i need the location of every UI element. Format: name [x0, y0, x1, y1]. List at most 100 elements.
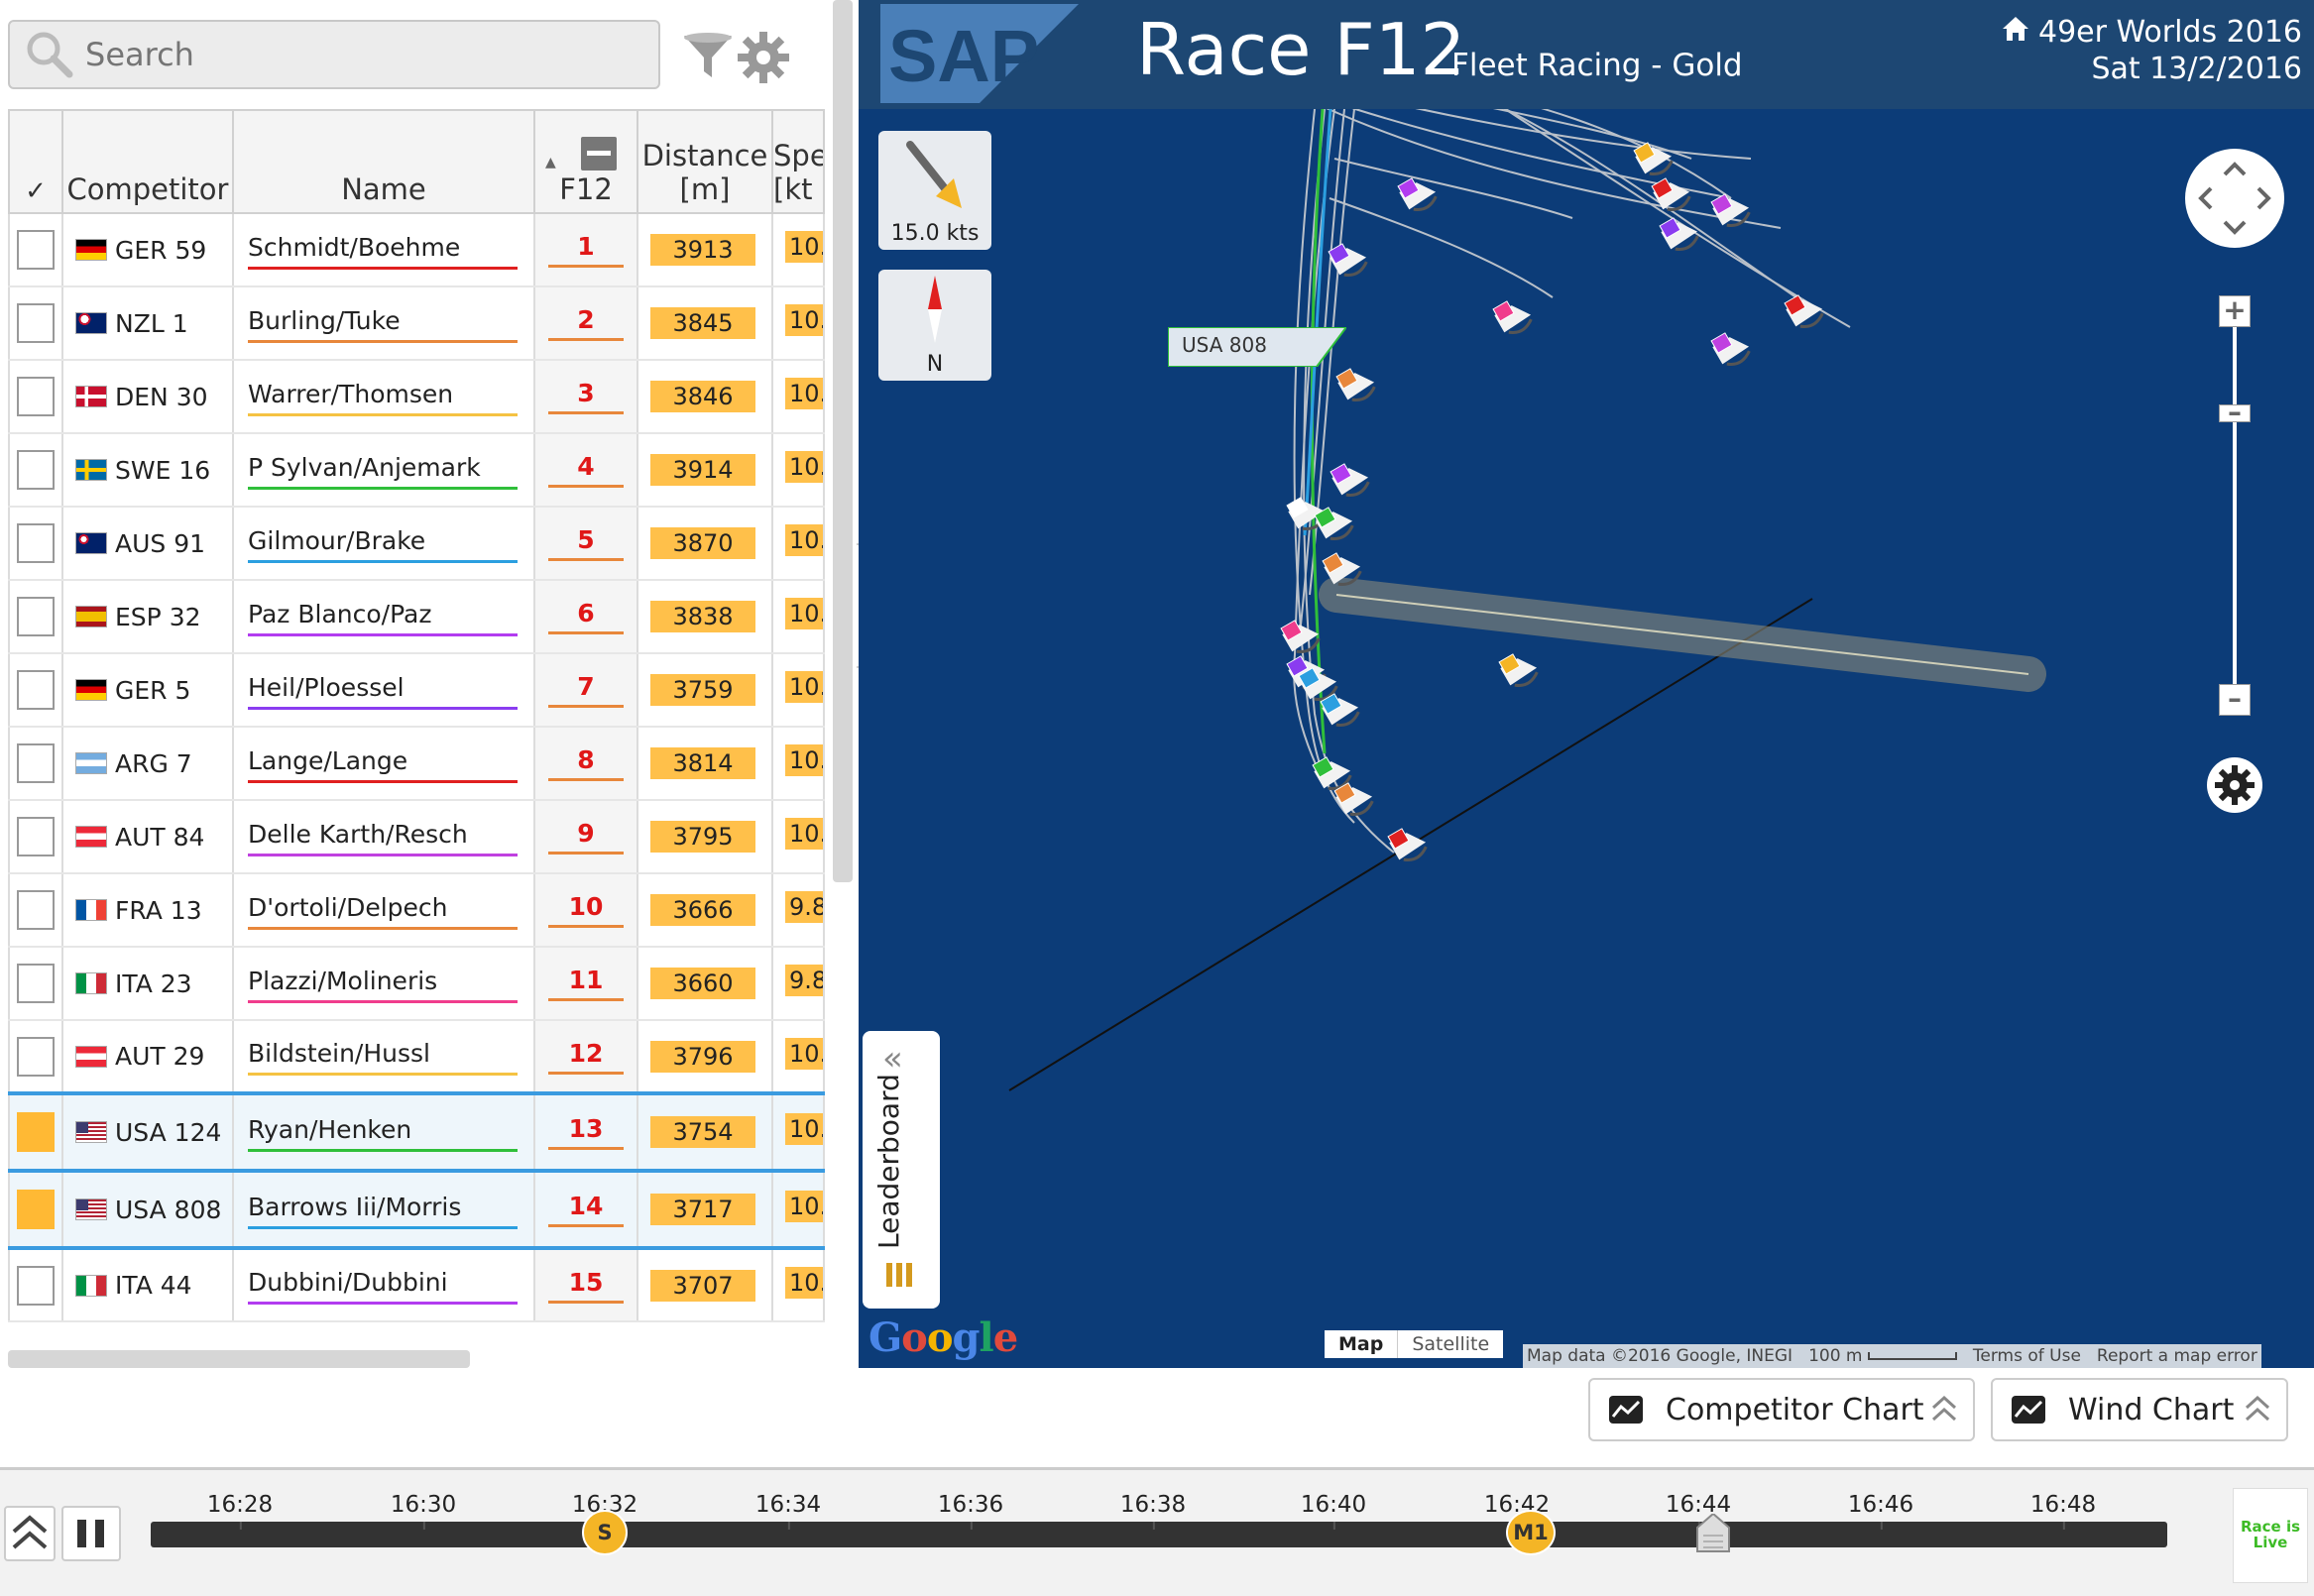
- row-checkbox[interactable]: [17, 890, 55, 930]
- header-check[interactable]: ✓: [8, 109, 63, 214]
- table-row[interactable]: ITA 23 Plazzi/Molineris 11 3660 9.8: [8, 947, 825, 1021]
- boat-marker[interactable]: [1319, 687, 1362, 732]
- row-checkbox[interactable]: [17, 817, 55, 856]
- table-row[interactable]: USA 124 Ryan/Henken 13 3754 10.: [8, 1091, 825, 1173]
- table-row[interactable]: GER 59 Schmidt/Boehme 1 3913 10.: [8, 213, 825, 287]
- home-icon[interactable]: [2001, 14, 2030, 44]
- table-row[interactable]: GER 5 Heil/Ploessel 7 3759 10.: [8, 653, 825, 728]
- timeline-expand-button[interactable]: [4, 1506, 56, 1561]
- row-checkbox-cell[interactable]: [8, 947, 63, 1021]
- row-checkbox-cell[interactable]: [8, 653, 63, 728]
- row-checkbox[interactable]: [17, 1036, 55, 1077]
- boat-marker[interactable]: [1491, 294, 1535, 339]
- competitor-color-line: [248, 1148, 518, 1152]
- event-date: Sat 13/2/2016: [2091, 52, 2302, 86]
- zoom-in-button[interactable]: +: [2219, 295, 2251, 327]
- timeline-handle[interactable]: [1695, 1512, 1731, 1553]
- wind-indicator[interactable]: 15.0 kts: [878, 131, 991, 250]
- table-row[interactable]: AUT 84 Delle Karth/Resch 9 3795 10.: [8, 800, 825, 874]
- row-checkbox-cell[interactable]: [8, 213, 63, 287]
- table-row[interactable]: ITA 44 Dubbini/Dubbini 15 3707 10.: [8, 1248, 825, 1322]
- zoom-slider-handle[interactable]: –: [2219, 399, 2251, 426]
- boat-marker[interactable]: [1386, 822, 1430, 866]
- gear-icon[interactable]: [734, 28, 793, 87]
- table-row[interactable]: ARG 7 Lange/Lange 8 3814 10.: [8, 727, 825, 801]
- map-settings-button[interactable]: [2207, 757, 2262, 813]
- row-checkbox[interactable]: [17, 230, 55, 270]
- table-row[interactable]: SWE 16 P Sylvan/Anjemark 4 3914 10.: [8, 433, 825, 508]
- name-cell: Heil/Ploessel: [232, 653, 535, 728]
- row-checkbox[interactable]: [17, 1190, 55, 1229]
- search-box[interactable]: [8, 20, 660, 89]
- table-row[interactable]: AUT 29 Bildstein/Hussl 12 3796 10.: [8, 1020, 825, 1094]
- boat-label-usa808[interactable]: USA 808: [1167, 326, 1348, 368]
- boat-marker[interactable]: [1497, 647, 1541, 692]
- boat-marker[interactable]: [1329, 457, 1372, 502]
- distance-cell: 3666: [636, 873, 773, 948]
- row-checkbox-cell[interactable]: [8, 1169, 63, 1250]
- map-type-satellite[interactable]: Satellite: [1398, 1330, 1503, 1358]
- row-checkbox-cell[interactable]: [8, 1020, 63, 1094]
- row-checkbox-cell[interactable]: [8, 433, 63, 508]
- boat-marker[interactable]: [1709, 187, 1753, 232]
- row-checkbox[interactable]: [17, 450, 55, 490]
- row-checkbox[interactable]: [17, 377, 55, 416]
- map-type-map[interactable]: Map: [1325, 1330, 1399, 1358]
- table-row[interactable]: USA 808 Barrows Iii/Morris 14 3717 10.: [8, 1169, 825, 1250]
- table-row[interactable]: FRA 13 D'ortoli/Delpech 10 3666 9.8: [8, 873, 825, 948]
- pan-control[interactable]: [2185, 149, 2284, 248]
- row-checkbox-cell[interactable]: [8, 507, 63, 581]
- pause-button[interactable]: [61, 1506, 121, 1561]
- row-checkbox-cell[interactable]: [8, 286, 63, 361]
- north-indicator[interactable]: N: [878, 270, 991, 381]
- row-checkbox[interactable]: [17, 597, 55, 636]
- row-checkbox-cell[interactable]: [8, 1091, 63, 1173]
- boat-marker[interactable]: [1334, 362, 1378, 406]
- leaderboard-tab[interactable]: « Leaderboard: [863, 1031, 940, 1309]
- row-checkbox-cell[interactable]: [8, 1248, 63, 1322]
- horizontal-scrollbar[interactable]: [8, 1350, 470, 1368]
- row-checkbox[interactable]: [17, 1265, 55, 1306]
- event-name[interactable]: 49er Worlds 2016: [2001, 14, 2302, 50]
- row-checkbox[interactable]: [17, 670, 55, 710]
- competitor-color-line: [248, 1225, 518, 1229]
- zoom-slider-track[interactable]: [2233, 297, 2237, 704]
- table-row[interactable]: ESP 32 Paz Blanco/Paz 6 3838 10.: [8, 580, 825, 654]
- wind-chart-button[interactable]: Wind Chart: [1991, 1378, 2288, 1441]
- start-marker[interactable]: S: [582, 1510, 628, 1555]
- boat-marker[interactable]: [1709, 326, 1753, 371]
- competitor-chart-button[interactable]: Competitor Chart: [1588, 1378, 1975, 1441]
- mark-m1-marker[interactable]: M1: [1506, 1510, 1556, 1555]
- competitor-color-line: [248, 339, 518, 343]
- header-name[interactable]: Name: [232, 109, 535, 214]
- row-checkbox[interactable]: [17, 1112, 55, 1152]
- collapse-column-icon[interactable]: [581, 137, 617, 171]
- row-checkbox[interactable]: [17, 523, 55, 563]
- table-row[interactable]: AUS 91 Gilmour/Brake 5 3870 10.: [8, 507, 825, 581]
- header-rank[interactable]: ▲ F12: [533, 109, 638, 214]
- table-row[interactable]: NZL 1 Burling/Tuke 2 3845 10.: [8, 286, 825, 361]
- boat-marker[interactable]: [1327, 237, 1370, 282]
- header-competitor[interactable]: Competitor: [61, 109, 234, 214]
- zoom-out-button[interactable]: –: [2219, 684, 2251, 716]
- timeline-slider[interactable]: [151, 1522, 2167, 1547]
- race-map[interactable]: SAP Race F12 Fleet Racing - Gold 49er Wo…: [859, 0, 2314, 1368]
- row-checkbox-cell[interactable]: [8, 580, 63, 654]
- boat-marker[interactable]: [1332, 776, 1376, 821]
- filter-icon[interactable]: [680, 28, 736, 83]
- header-distance[interactable]: Distance [m]: [636, 109, 773, 214]
- report-error-link[interactable]: Report a map error: [2097, 1346, 2257, 1366]
- row-checkbox-cell[interactable]: [8, 360, 63, 434]
- row-checkbox[interactable]: [17, 303, 55, 343]
- row-checkbox-cell[interactable]: [8, 873, 63, 948]
- search-input[interactable]: [85, 36, 640, 73]
- terms-link[interactable]: Terms of Use: [1973, 1346, 2081, 1366]
- table-row[interactable]: DEN 30 Warrer/Thomsen 3 3846 10.: [8, 360, 825, 434]
- row-checkbox-cell[interactable]: [8, 727, 63, 801]
- vertical-scrollbar[interactable]: [833, 0, 853, 882]
- row-checkbox-cell[interactable]: [8, 800, 63, 874]
- header-speed[interactable]: Spe [kt: [771, 109, 825, 214]
- boat-marker[interactable]: [1313, 501, 1356, 545]
- row-checkbox[interactable]: [17, 964, 55, 1003]
- row-checkbox[interactable]: [17, 743, 55, 783]
